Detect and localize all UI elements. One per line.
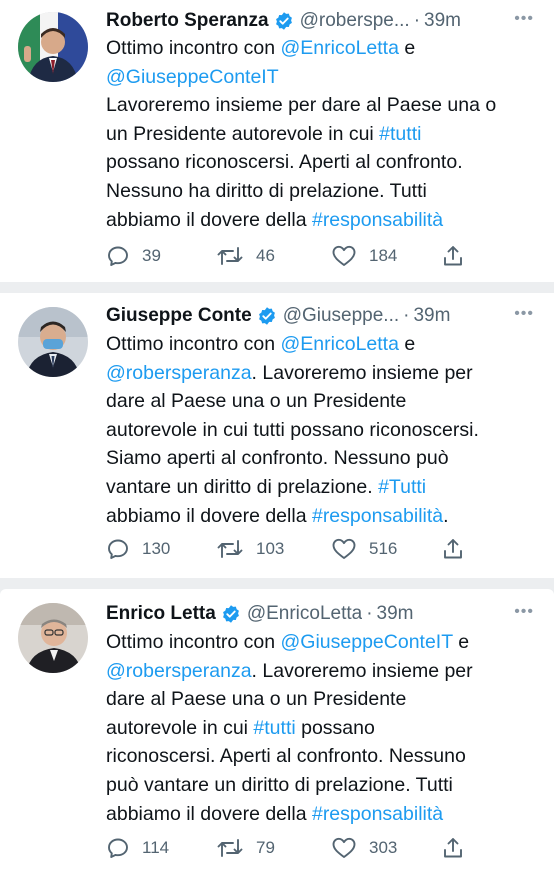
tweet-text: Ottimo incontro con @GiuseppeConteIT e @…	[106, 628, 536, 828]
mention-link[interactable]: @robersperanza	[106, 660, 252, 682]
action-bar: 114 79 303	[106, 834, 476, 862]
verified-badge-icon	[257, 306, 277, 326]
like-count: 516	[369, 539, 398, 558]
mention-link[interactable]: @GiuseppeConteIT	[281, 631, 453, 653]
hashtag-link[interactable]: #responsabilità	[312, 505, 443, 527]
tweet-text: Ottimo incontro con @EnricoLetta e @Gius…	[106, 34, 536, 234]
tweet-text-segment: Ottimo incontro con	[106, 631, 281, 653]
retweet-icon	[217, 839, 243, 857]
hashtag-link[interactable]: #responsabilità	[312, 209, 443, 231]
hashtag-link[interactable]: #tutti	[253, 717, 295, 739]
tweet-card[interactable]: Enrico Letta @EnricoLetta · 39m ••• Otti…	[0, 589, 554, 873]
hashtag-link[interactable]: #responsabilità	[312, 803, 443, 825]
author-name[interactable]: Giuseppe Conte	[106, 305, 252, 327]
tweet-text-segment: Ottimo incontro con	[106, 37, 281, 59]
more-options-icon[interactable]: •••	[514, 10, 534, 28]
retweet-count: 103	[256, 539, 285, 558]
tweet-header: Enrico Letta @EnricoLetta · 39m	[106, 601, 534, 627]
like-button[interactable]: 184	[331, 242, 397, 270]
hashtag-link[interactable]: #Tutti	[378, 476, 426, 498]
tweet-text-segment: e	[404, 333, 416, 355]
tweet-text-segment: e	[398, 37, 421, 59]
reply-count: 130	[142, 539, 171, 558]
avatar[interactable]	[18, 307, 88, 377]
like-icon	[332, 538, 356, 559]
reply-icon	[108, 246, 128, 266]
mention-link[interactable]: @EnricoLetta	[281, 37, 399, 59]
verified-badge-icon	[274, 11, 294, 31]
reply-count: 114	[142, 838, 170, 857]
share-icon	[444, 838, 462, 858]
retweet-count: 46	[256, 246, 275, 265]
like-button[interactable]: 516	[331, 535, 397, 563]
avatar[interactable]	[18, 12, 88, 82]
mention-link[interactable]: @GiuseppeConteIT	[106, 66, 279, 88]
tweet-text-segment: Ottimo incontro con	[106, 333, 281, 355]
timestamp[interactable]: 39m	[424, 10, 461, 32]
tweet-text-segment: .	[443, 504, 449, 527]
share-button[interactable]	[441, 242, 477, 270]
share-icon	[444, 539, 462, 559]
reply-count: 39	[142, 246, 161, 265]
retweet-button[interactable]: 46	[216, 242, 275, 270]
more-options-icon[interactable]: •••	[514, 305, 534, 323]
tweet-text-segment: e	[458, 631, 470, 653]
author-handle[interactable]: @roberspe...	[300, 10, 410, 32]
retweet-icon	[217, 540, 243, 558]
tweet-card[interactable]: Roberto Speranza @roberspe... · 39m ••• …	[0, 0, 554, 282]
verified-badge-icon	[221, 604, 241, 624]
tweet-header: Giuseppe Conte @Giuseppe... · 39m	[106, 303, 534, 329]
tweet-text: Ottimo incontro con @EnricoLetta e @robe…	[106, 330, 536, 530]
author-handle[interactable]: @EnricoLetta	[247, 603, 362, 625]
tweet-text-segment: abbiamo il dovere della	[106, 504, 307, 527]
hashtag-link[interactable]: #tutti	[379, 123, 421, 145]
like-icon	[332, 245, 356, 266]
more-options-icon[interactable]: •••	[514, 603, 534, 621]
action-bar: 130 103 516	[106, 535, 476, 563]
share-button[interactable]	[441, 834, 477, 862]
retweet-button[interactable]: 103	[216, 535, 284, 563]
retweet-icon	[217, 247, 243, 265]
reply-icon	[108, 539, 128, 559]
author-handle[interactable]: @Giuseppe...	[283, 305, 399, 327]
reply-button[interactable]: 130	[106, 535, 170, 563]
reply-button[interactable]: 39	[106, 242, 161, 270]
reply-icon	[108, 838, 128, 858]
tweet-card[interactable]: Giuseppe Conte @Giuseppe... · 39m ••• Ot…	[0, 293, 554, 578]
retweet-button[interactable]: 79	[216, 834, 275, 862]
reply-button[interactable]: 114	[106, 834, 169, 862]
timestamp[interactable]: 39m	[377, 603, 414, 625]
like-icon	[332, 837, 356, 858]
avatar[interactable]	[18, 603, 88, 673]
like-button[interactable]: 303	[331, 834, 397, 862]
share-button[interactable]	[441, 535, 477, 563]
retweet-count: 79	[256, 838, 275, 857]
share-icon	[444, 246, 462, 266]
tweet-header: Roberto Speranza @roberspe... · 39m	[106, 8, 534, 34]
action-bar: 39 46 184	[106, 242, 476, 270]
separator-dot: ·	[366, 603, 373, 624]
separator-dot: ·	[413, 10, 421, 31]
like-count: 303	[369, 838, 398, 857]
author-name[interactable]: Roberto Speranza	[106, 10, 269, 32]
author-name[interactable]: Enrico Letta	[106, 603, 216, 625]
separator-dot: ·	[403, 305, 410, 326]
tweet-text-segment: Lavoreremo insieme per dare al Paese una…	[106, 94, 497, 145]
timestamp[interactable]: 39m	[413, 305, 450, 327]
mention-link[interactable]: @robersperanza	[106, 362, 252, 384]
like-count: 184	[369, 246, 398, 265]
mention-link[interactable]: @EnricoLetta	[281, 333, 399, 355]
